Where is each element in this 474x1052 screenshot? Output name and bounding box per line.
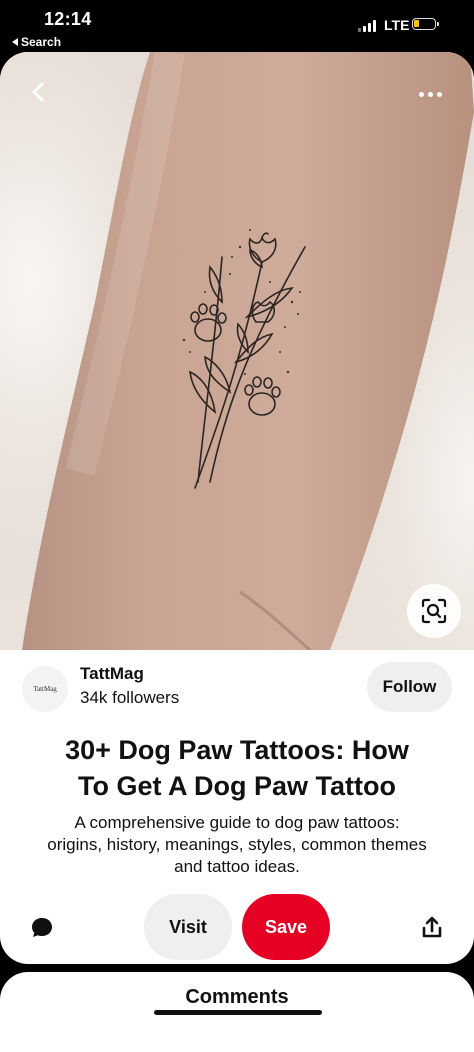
follow-button[interactable]: Follow xyxy=(367,662,452,712)
visual-search-button[interactable] xyxy=(407,584,461,638)
save-button[interactable]: Save xyxy=(242,894,330,960)
more-dot-icon xyxy=(428,92,433,97)
pin-description-line: A comprehensive guide to dog paw tattoos… xyxy=(16,812,458,834)
pin-description: A comprehensive guide to dog paw tattoos… xyxy=(16,812,458,878)
back-button[interactable] xyxy=(24,78,52,106)
visit-button[interactable]: Visit xyxy=(144,894,232,960)
more-options-button[interactable] xyxy=(412,84,448,104)
tattoo-photo xyxy=(0,52,474,650)
avatar[interactable]: TattMag xyxy=(22,666,68,712)
back-triangle-icon xyxy=(12,38,18,46)
share-button[interactable] xyxy=(418,914,446,942)
pin-title-line: 30+ Dog Paw Tattoos: How xyxy=(0,732,474,768)
more-dot-icon xyxy=(419,92,424,97)
pin-description-line: and tattoo ideas. xyxy=(16,856,458,878)
pin-action-bar: Visit Save xyxy=(0,894,474,960)
pin-detail-card: TattMag TattMag 34k followers Follow 30+… xyxy=(0,52,474,964)
pin-title: 30+ Dog Paw Tattoos: How To Get A Dog Pa… xyxy=(0,732,474,804)
cellular-signal-icon xyxy=(358,20,376,32)
home-indicator[interactable] xyxy=(154,1010,322,1015)
battery-level xyxy=(414,20,419,27)
comments-title: Comments xyxy=(0,986,474,1009)
pin-description-line: origins, history, meanings, styles, comm… xyxy=(16,834,458,856)
back-app-label: Search xyxy=(21,35,61,49)
pin-image[interactable] xyxy=(0,52,474,650)
status-time: 12:14 xyxy=(44,9,92,30)
pin-title-line: To Get A Dog Paw Tattoo xyxy=(0,768,474,804)
status-bar: 12:14 Search LTE xyxy=(0,0,474,52)
network-type: LTE xyxy=(384,17,409,33)
lens-search-icon xyxy=(421,598,447,624)
follower-count: 34k followers xyxy=(80,688,179,708)
battery-icon xyxy=(412,18,436,30)
back-to-app-button[interactable]: Search xyxy=(12,35,61,49)
comment-button[interactable] xyxy=(28,914,56,942)
speech-bubble-icon xyxy=(28,914,56,942)
creator-row: TattMag TattMag 34k followers Follow xyxy=(22,662,452,722)
creator-name[interactable]: TattMag xyxy=(80,664,144,684)
chevron-left-icon xyxy=(31,82,45,102)
more-dot-icon xyxy=(437,92,442,97)
share-icon xyxy=(418,914,446,942)
